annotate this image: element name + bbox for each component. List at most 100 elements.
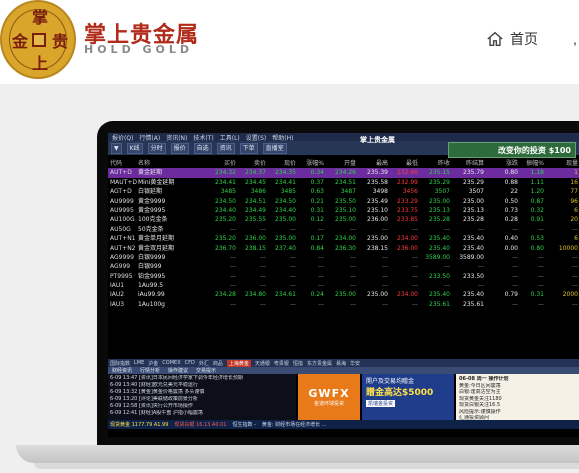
cell-value: —: [382, 282, 388, 290]
table-row[interactable]: AG999 白银999 — — — — — — — — — — — —: [108, 262, 579, 271]
cell-value: 3589.00: [459, 253, 484, 261]
column-header[interactable]: 最低: [390, 159, 418, 168]
toolbar-button[interactable]: 报价: [170, 142, 189, 154]
market-tab[interactable]: 恒指: [293, 360, 303, 367]
row-code: IAU1: [110, 282, 125, 290]
status-value: 16.13 A0.01: [196, 422, 227, 428]
table-row[interactable]: AU50G 50克金条 — — — — — — — — — — — —: [108, 225, 579, 234]
cell-value: 20: [570, 216, 578, 224]
market-tab[interactable]: COMEX: [162, 360, 180, 366]
cell-value: —: [350, 282, 356, 290]
cell-value: —: [412, 282, 418, 290]
table-row[interactable]: AUT+D 黄金延期 234.32 234.37 234.35 0.34 234.26 235…: [108, 168, 579, 178]
cell-value: 232.60: [397, 169, 418, 177]
toolbar-button[interactable]: 分时: [147, 142, 166, 154]
cell-value: 0.91: [530, 216, 544, 224]
toolbar-button[interactable]: 下单: [239, 142, 258, 154]
table-row[interactable]: AUT+N2 黄金双月延期 236.70 238.15 237.40 0.84 236.30…: [108, 244, 579, 253]
table-row[interactable]: IAU3 1Au100g — — — — — — — 235.61 235.61 — — —: [108, 300, 579, 309]
toolbar-button[interactable]: 资讯: [216, 142, 235, 154]
ad-banner[interactable]: 改变你的投资 $100: [448, 142, 576, 158]
table-row[interactable]: MAUT+D Mini黄金延期 234.41 234.45 234.41 0.37 234.…: [108, 178, 579, 187]
cell-value: 3498: [372, 188, 388, 196]
market-tab[interactable]: 粤贵银: [274, 360, 289, 367]
news-item[interactable]: 6-09 13:32 [黄金]黄金价格震荡 多头谨慎: [110, 389, 294, 396]
toolbar-button[interactable]: K线: [126, 142, 143, 154]
market-tab[interactable]: 易海: [336, 360, 346, 367]
news-item[interactable]: 6-09 12:41 [财经]A股午盘 沪指小幅震荡: [110, 410, 294, 417]
row-code: AUT+N2: [110, 244, 136, 252]
cell-value: 233.85: [397, 216, 418, 224]
market-tab[interactable]: 上海黄金: [226, 359, 251, 367]
column-header[interactable]: 昨结算: [456, 159, 484, 168]
row-name: 黄金延期: [138, 169, 163, 177]
table-row[interactable]: IAU1 1Au99.5 — — — — — — — — — — — —: [108, 281, 579, 290]
news-tab[interactable]: 行情分析: [140, 367, 160, 374]
cell-value: —: [382, 263, 388, 271]
column-header[interactable]: 现量: [550, 159, 578, 168]
row-name: 白银999: [138, 263, 162, 271]
market-tab[interactable]: 东方贵金属: [307, 360, 332, 367]
news-item[interactable]: 6-09 12:58 [资讯]央行公开市场操作: [110, 403, 294, 410]
table-row[interactable]: AGT+D 白银延期 3485 3486 3485 0.63 3487 3498 3456 350…: [108, 187, 579, 196]
market-tab[interactable]: LME: [134, 360, 144, 366]
coin-logo[interactable]: 掌 金 贵 上: [0, 0, 76, 79]
news-tab[interactable]: 财经资讯: [112, 367, 132, 374]
toolbar-button[interactable]: 自选: [193, 142, 212, 154]
column-header[interactable]: 卖价: [238, 159, 266, 168]
nav-more[interactable]: ,: [573, 31, 577, 47]
market-tab[interactable]: 国际指数: [110, 360, 130, 367]
news-item[interactable]: 6-09 13:40 [财经]欧元兑美元平稳运行: [110, 382, 294, 389]
column-header[interactable]: 代码: [110, 159, 122, 168]
cell-value: 235.10: [335, 206, 356, 214]
toolbar-button[interactable]: 直播室: [262, 142, 287, 154]
table-row[interactable]: IAU2 iAu99.99 234.28 234.80 234.61 0.24 235.00…: [108, 290, 579, 299]
news-item[interactable]: 6-09 13:47 [资讯]日本民间经济学家下调今年经济增长预期: [110, 375, 294, 382]
column-header[interactable]: 振幅%: [516, 159, 544, 168]
cell-value: —: [444, 263, 450, 271]
column-header[interactable]: 涨幅%: [296, 159, 324, 168]
nav-home-link[interactable]: 首页: [486, 29, 538, 49]
news-item[interactable]: 6-09 13:20 [评论]美联储政策前景分析: [110, 396, 294, 403]
ad-bonus[interactable]: 開户及交易均贈金 贈金高达$5000 凯瑞金投资: [362, 374, 454, 420]
news-tab[interactable]: 操作建议: [168, 367, 188, 374]
market-tab[interactable]: 沪金: [148, 360, 158, 367]
toolbar-button[interactable]: ▼: [111, 142, 122, 154]
column-header[interactable]: 名称: [138, 159, 150, 168]
table-row[interactable]: AU9999 黄金9999 234.50 234.51 234.50 0.21 235.50…: [108, 197, 579, 206]
column-header[interactable]: 涨跌: [490, 159, 518, 168]
cell-value: —: [290, 282, 296, 290]
cell-value: 0.80: [530, 244, 544, 252]
table-row[interactable]: AU9995 黄金9995 234.40 234.49 234.40 0.31 235.10…: [108, 206, 579, 215]
table-row[interactable]: AUT+N1 黄金单月延期 235.20 236.00 235.00 0.17 234.00…: [108, 234, 579, 243]
coin-hole-icon: [32, 33, 46, 47]
table-row[interactable]: PT9995 铂金9995 — — — — — — — 233.50 233.50 — — —: [108, 272, 579, 281]
market-tab[interactable]: 华安: [350, 360, 360, 367]
market-tab[interactable]: 商品: [213, 360, 223, 367]
market-tab[interactable]: 外汇: [199, 360, 209, 367]
cell-value: —: [512, 300, 518, 308]
cell-value: —: [318, 253, 324, 261]
cell-value: —: [290, 300, 296, 308]
table-row[interactable]: AU100G 100克金条 235.20 235.55 235.00 0.12 235.00…: [108, 215, 579, 224]
news-tab[interactable]: 交易提示: [196, 367, 216, 374]
cell-value: 232.99: [397, 178, 418, 186]
market-tab[interactable]: 天通银: [255, 360, 270, 367]
cell-value: —: [412, 263, 418, 271]
cell-value: 3485: [220, 188, 236, 196]
ad-gwfx[interactable]: GWFX 金道环球投资: [298, 374, 360, 420]
market-tab[interactable]: CFD: [185, 360, 195, 366]
column-header[interactable]: 开盘: [328, 159, 356, 168]
cell-value: 10000: [558, 244, 578, 252]
cell-value: 3589.00: [425, 253, 450, 261]
status-item: 现货白银 16.13 A0.01: [174, 421, 226, 428]
table-row[interactable]: AG9999 白银9999 — — — — — — — 3589.00 3589.00 — — —: [108, 253, 579, 262]
column-header[interactable]: 昨收: [422, 159, 450, 168]
cell-value: —: [412, 253, 418, 261]
column-header[interactable]: 最高: [360, 159, 388, 168]
column-header[interactable]: 现价: [268, 159, 296, 168]
column-header[interactable]: 买价: [208, 159, 236, 168]
cell-value: 235.20: [215, 235, 236, 243]
cell-value: 235.79: [463, 169, 484, 177]
cell-value: 234.00: [397, 235, 418, 243]
